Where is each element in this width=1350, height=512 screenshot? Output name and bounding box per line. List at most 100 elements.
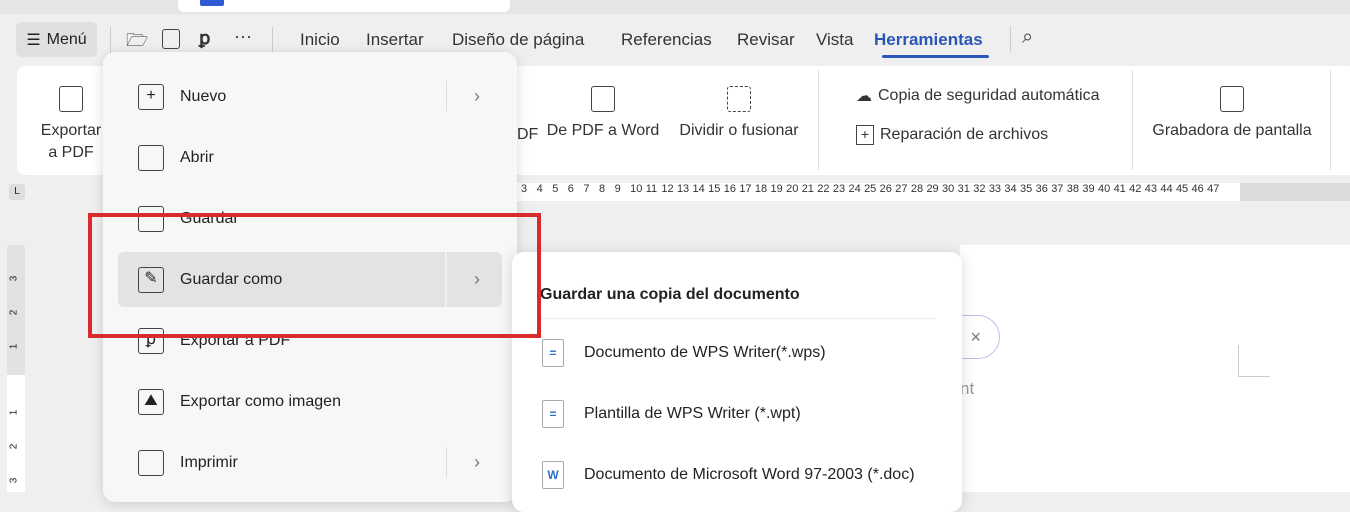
menu-item-exportar-imagen[interactable]: ⛰ Exportar como imagen <box>118 374 502 429</box>
tab-stop-selector[interactable]: L <box>9 184 25 200</box>
save-as-doc[interactable]: W Documento de Microsoft Word 97-2003 (*.… <box>542 461 915 489</box>
export-pdf-button[interactable]: Exportar a PDF <box>38 86 104 162</box>
ruler-tick-label: 7 <box>583 183 590 195</box>
label: Abrir <box>180 148 214 166</box>
ruler-tick-label: 45 <box>1175 183 1189 195</box>
ruler-margin <box>1240 183 1350 201</box>
ruler-tick-label: 43 <box>1144 183 1157 195</box>
ruler-tick-label: 42 <box>1129 183 1142 195</box>
search-icon[interactable]: ⌕ <box>1022 26 1033 49</box>
ruler-tick-label: 39 <box>1082 183 1095 195</box>
partial-label[interactable]: DF <box>517 126 538 144</box>
chevron-right-icon[interactable]: › <box>474 452 480 473</box>
label: Plantilla de WPS Writer (*.wpt) <box>584 405 801 422</box>
ruler-tick-label: 3 <box>521 183 528 195</box>
label: Documento de WPS Writer(*.wps) <box>584 344 826 361</box>
vertical-ruler-label: 1 <box>8 409 20 416</box>
ruler-tick-label: 12 <box>661 183 674 195</box>
tab-revisar[interactable]: Revisar <box>737 30 795 50</box>
ruler-tick-label: 32 <box>973 183 986 195</box>
ruler-tick-label: 33 <box>988 183 1002 195</box>
ruler-tick-label: 27 <box>895 183 908 195</box>
vertical-ruler-label: 3 <box>8 275 20 282</box>
partial-text: nt <box>960 379 975 398</box>
video-camera-icon <box>1220 86 1244 112</box>
ruler-tick-label: 10 <box>630 183 643 195</box>
ruler-tick-label: 41 <box>1113 183 1126 195</box>
page-margin-corner <box>1238 345 1270 377</box>
ruler-tick-label: 22 <box>817 183 830 195</box>
ruler-tick-label: 30 <box>942 183 955 195</box>
document-tab[interactable] <box>178 0 510 12</box>
pdf-to-word-button[interactable]: De PDF a Word <box>545 86 661 140</box>
vertical-ruler-label: 2 <box>8 309 20 316</box>
export-pdf-icon[interactable]: ꝑ <box>199 28 210 49</box>
ruler-tick-label: 29 <box>926 183 939 195</box>
split-merge-button[interactable]: Dividir o fusionar <box>674 86 804 140</box>
label: Grabadora de pantalla <box>1152 122 1312 139</box>
file-repair-button[interactable]: + Reparación de archivos <box>856 125 1048 145</box>
tab-referencias[interactable]: Referencias <box>621 30 712 50</box>
cloud-folder-icon: ☁ <box>856 88 872 105</box>
word-doc-icon: W <box>542 461 564 489</box>
screen-recorder-button[interactable]: Grabadora de pantalla <box>1148 86 1316 140</box>
label: Reparación de archivos <box>880 126 1049 143</box>
image-icon: ⛰ <box>138 388 164 415</box>
repair-icon: + <box>856 125 874 145</box>
label: Copia de seguridad automática <box>878 87 1100 104</box>
tab-vista[interactable]: Vista <box>816 30 854 50</box>
label: Documento de Microsoft Word 97-2003 (*.d… <box>584 466 915 483</box>
active-tab-underline <box>882 55 989 58</box>
ruler-tick-label: 26 <box>879 183 892 195</box>
divider <box>1010 26 1011 52</box>
ruler-tick-label: 11 <box>645 183 658 195</box>
menu-item-imprimir[interactable]: Imprimir › <box>118 435 502 490</box>
divider <box>818 70 819 170</box>
wps-doc-icon: = <box>542 339 564 367</box>
ruler-tick-label: 24 <box>848 183 861 195</box>
divider <box>540 318 936 319</box>
ruler-tick-label: 28 <box>910 183 924 195</box>
ruler-tick-label: 4 <box>536 183 543 195</box>
ruler-tick-label: 17 <box>739 183 752 195</box>
save-icon[interactable] <box>162 29 180 49</box>
printer-icon <box>138 449 164 476</box>
close-icon[interactable]: × <box>970 327 981 347</box>
save-as-wpt[interactable]: = Plantilla de WPS Writer (*.wpt) <box>542 400 801 428</box>
highlight-box <box>88 213 541 338</box>
label: Dividir o fusionar <box>679 122 799 139</box>
tab-insertar[interactable]: Insertar <box>366 30 424 50</box>
ruler-tick-label: 14 <box>692 183 705 195</box>
more-icon[interactable]: ··· <box>234 26 252 47</box>
tab-herramientas[interactable]: Herramientas <box>874 30 983 50</box>
divider <box>1330 70 1331 170</box>
label: Nuevo <box>180 87 227 105</box>
label: De PDF a Word <box>546 122 660 139</box>
auto-backup-button[interactable]: ☁ Copia de seguridad automática <box>856 86 1099 106</box>
ruler-tick-label: 34 <box>1004 183 1017 195</box>
save-as-wps[interactable]: = Documento de WPS Writer(*.wps) <box>542 339 826 367</box>
export-pdf-icon <box>59 86 83 112</box>
tab-diseno[interactable]: Diseño de página <box>452 30 584 50</box>
label: Imprimir <box>180 453 238 471</box>
document-page[interactable] <box>960 245 1350 492</box>
menu-label: Menú <box>46 30 87 48</box>
ruler-tick-label: 21 <box>801 183 814 195</box>
ruler-tick-label: 16 <box>723 183 736 195</box>
menu-item-nuevo[interactable]: + Nuevo › <box>118 69 502 124</box>
horizontal-ruler[interactable]: 3 4 5 6 7 8 9 10 11 12 13 14 15 16 17 18 19 20 21 22 23 24 25 2… <box>505 183 1350 201</box>
vertical-ruler[interactable]: 3 2 1 1 2 3 <box>7 245 25 492</box>
menu-button[interactable]: ☰ Menú <box>16 22 97 57</box>
menu-item-abrir[interactable]: Abrir <box>118 130 502 185</box>
label: a PDF <box>48 144 94 161</box>
label: Exportar <box>40 122 102 139</box>
ruler-tick-label: 25 <box>864 183 877 195</box>
ruler-tick-label: 46 <box>1191 183 1204 195</box>
ruler-tick-label: 40 <box>1097 183 1111 195</box>
ruler-tick-label: 19 <box>770 183 783 195</box>
tab-inicio[interactable]: Inicio <box>300 30 340 50</box>
ruler-tick-label: 5 <box>552 183 559 195</box>
vertical-ruler-label: 1 <box>8 343 20 350</box>
chevron-right-icon[interactable]: › <box>474 86 480 107</box>
divider <box>272 27 273 53</box>
